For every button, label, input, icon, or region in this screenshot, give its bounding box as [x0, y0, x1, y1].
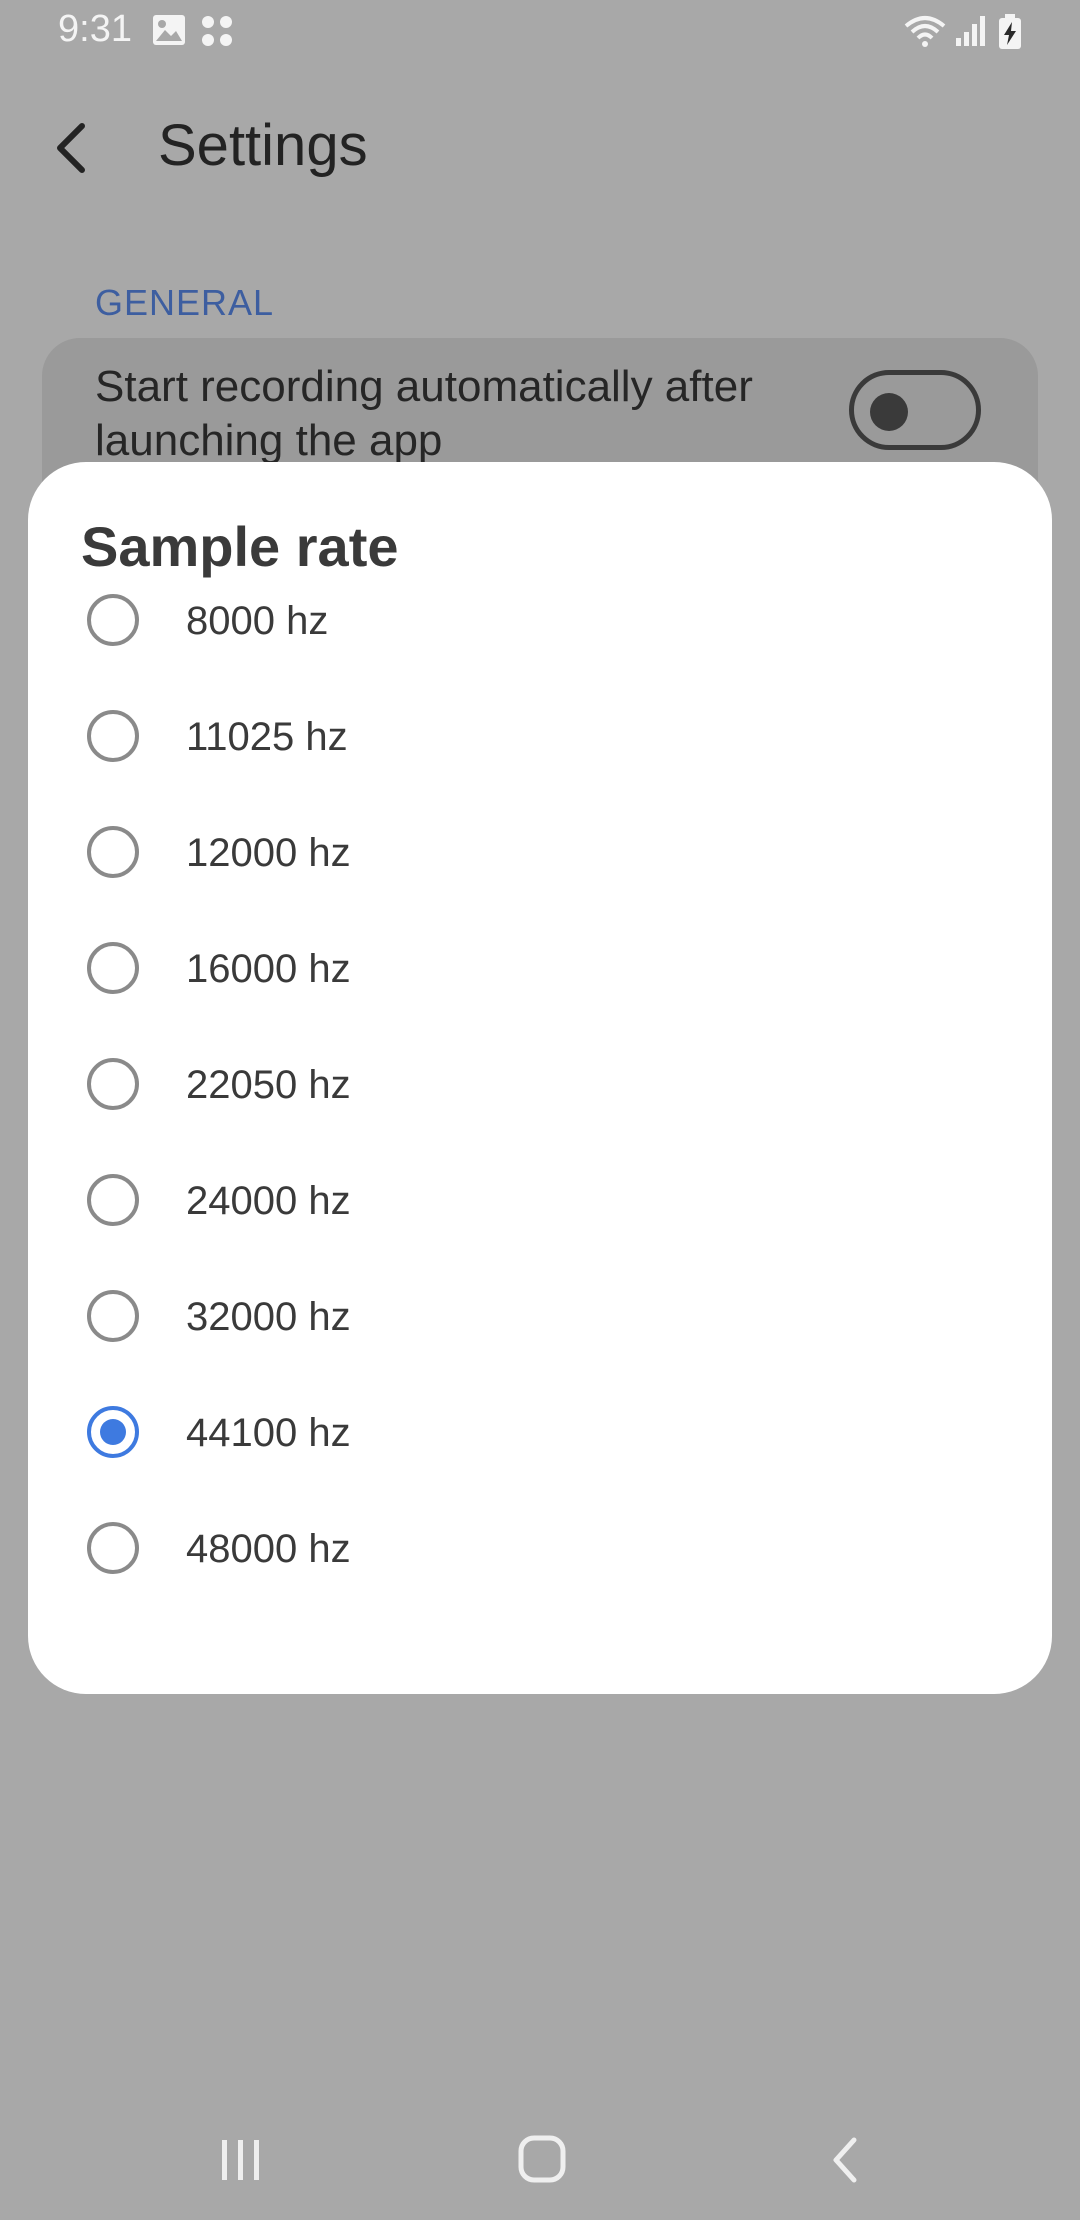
navigation-bar [0, 2100, 1080, 2220]
option-label: 16000 hz [186, 947, 351, 991]
sample-rate-option[interactable]: 12000 hz [28, 794, 1052, 910]
option-label: 12000 hz [186, 831, 351, 875]
option-label: 8000 hz [186, 599, 329, 643]
back-icon [833, 2137, 857, 2183]
option-label: 48000 hz [186, 1527, 351, 1571]
status-time: 9:31 [58, 8, 132, 50]
sample-rate-option[interactable]: 44100 hz [28, 1374, 1052, 1490]
auto-record-toggle[interactable] [849, 370, 981, 450]
radio-button[interactable] [87, 1522, 139, 1574]
option-label: 22050 hz [186, 1063, 351, 1107]
radio-button[interactable] [87, 1290, 139, 1342]
radio-button[interactable] [87, 1058, 139, 1110]
option-label: 44100 hz [186, 1411, 351, 1455]
back-button[interactable] [44, 112, 100, 184]
status-bar: 9:31 [0, 0, 1080, 66]
sample-rate-option[interactable]: 8000 hz [28, 562, 1052, 678]
apps-icon [200, 14, 234, 48]
sample-rate-option[interactable]: 24000 hz [28, 1142, 1052, 1258]
battery-charging-icon [998, 14, 1022, 50]
sample-rate-dialog: Sample rate 8000 hz 11025 hz 12000 hz 16… [28, 462, 1052, 1694]
signal-icon [954, 14, 988, 48]
back-arrow-icon [57, 123, 85, 173]
radio-button[interactable] [87, 942, 139, 994]
nav-back-button[interactable] [806, 2128, 886, 2192]
sample-rate-option[interactable]: 11025 hz [28, 678, 1052, 794]
sample-rate-option[interactable]: 48000 hz [28, 1490, 1052, 1606]
auto-record-label: Start recording automatically after laun… [95, 362, 753, 465]
sample-rate-option[interactable]: 22050 hz [28, 1026, 1052, 1142]
gallery-icon [152, 14, 186, 46]
recent-apps-icon [222, 2140, 259, 2180]
radio-button[interactable] [87, 594, 139, 646]
option-label: 32000 hz [186, 1295, 351, 1339]
recent-apps-button[interactable] [200, 2128, 280, 2192]
toggle-knob [870, 393, 908, 431]
option-label: 24000 hz [186, 1179, 351, 1223]
page-title: Settings [158, 113, 368, 178]
radio-selected-dot [100, 1419, 126, 1445]
option-label: 11025 hz [186, 715, 348, 759]
home-icon [518, 2135, 566, 2183]
home-button[interactable] [502, 2128, 582, 2192]
radio-button[interactable] [87, 710, 139, 762]
radio-button[interactable] [87, 1406, 139, 1458]
section-label-general: GENERAL [95, 282, 275, 323]
sample-rate-option[interactable]: 16000 hz [28, 910, 1052, 1026]
radio-button[interactable] [87, 826, 139, 878]
radio-button[interactable] [87, 1174, 139, 1226]
wifi-icon [904, 14, 946, 48]
sample-rate-option[interactable]: 32000 hz [28, 1258, 1052, 1374]
